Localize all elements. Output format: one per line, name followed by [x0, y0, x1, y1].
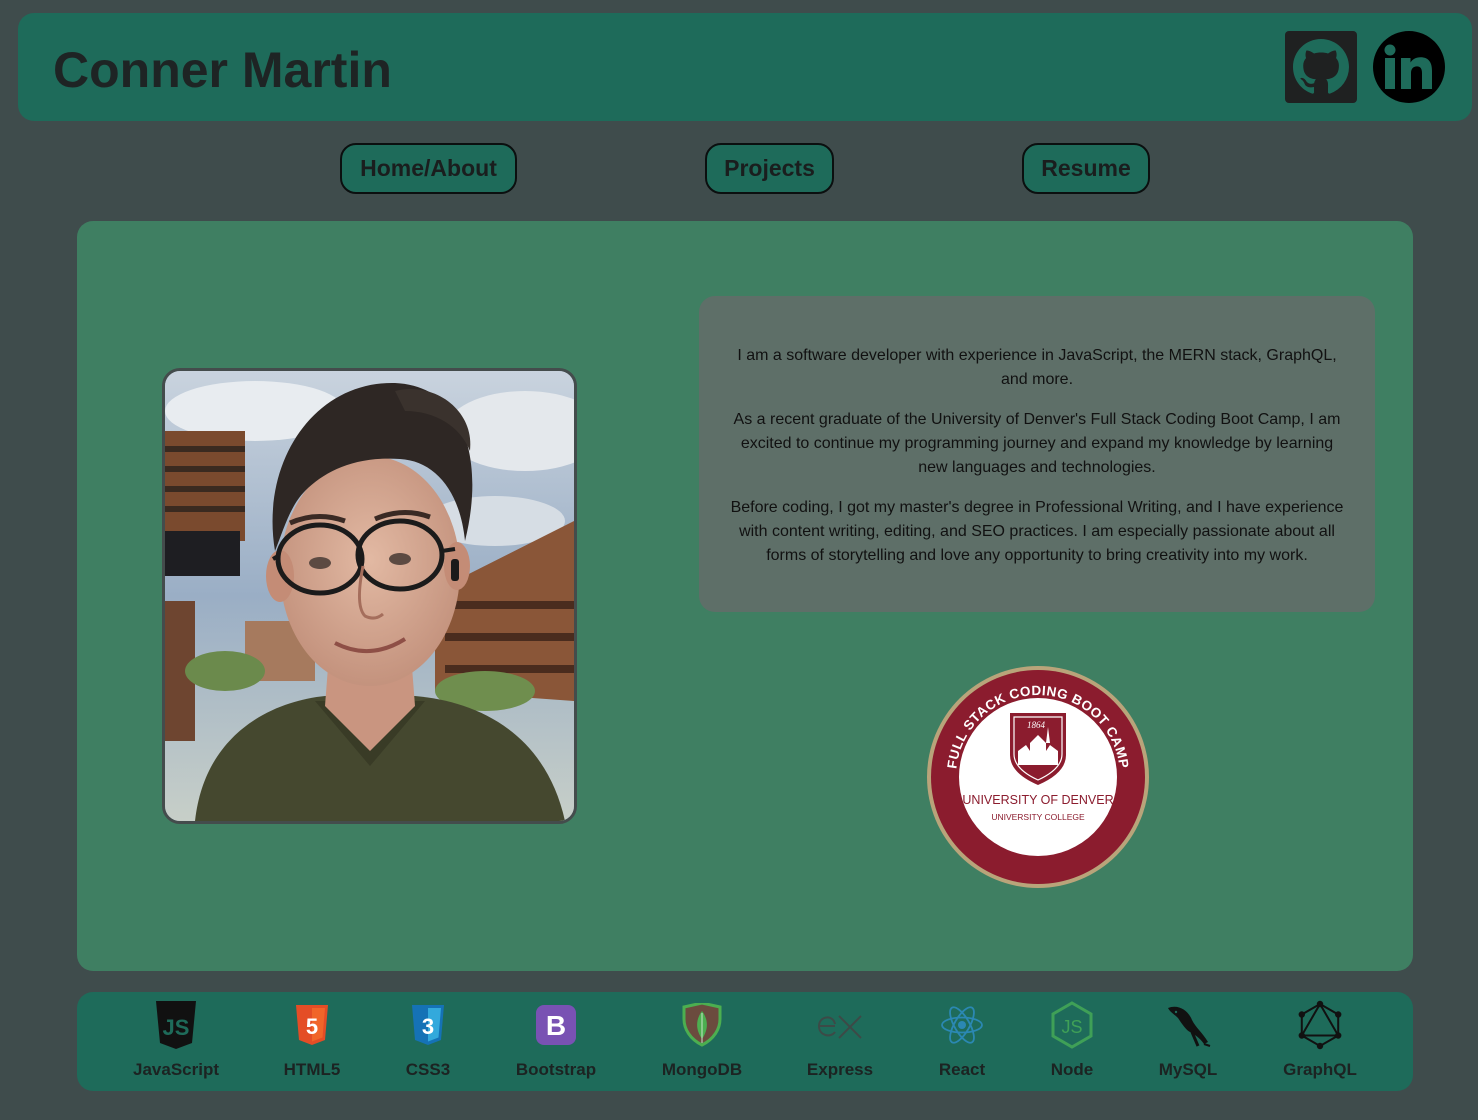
nav-projects[interactable]: Projects [705, 143, 834, 194]
skill-label: JavaScript [133, 1060, 219, 1079]
bootcamp-badge: FULL STACK CODING BOOT CAMP 1864 UNIVERS… [926, 665, 1150, 889]
skills-footer: JS JavaScript 5 HTML5 3 CSS3 B Bootstrap… [77, 992, 1413, 1091]
skill-label: MySQL [1158, 1060, 1218, 1079]
skill-graphql: GraphQL [1265, 1000, 1375, 1080]
skill-label: Bootstrap [515, 1060, 597, 1079]
about-section: I am a software developer with experienc… [77, 221, 1413, 971]
skill-javascript: JS JavaScript [121, 1000, 231, 1080]
javascript-icon: JS [156, 1001, 196, 1049]
about-paragraph-3: Before coding, I got my master's degree … [730, 499, 1344, 564]
site-header: Conner Martin [18, 13, 1472, 121]
badge-college: UNIVERSITY COLLEGE [991, 812, 1085, 822]
skill-label: Express [806, 1060, 874, 1079]
about-paragraph-1: I am a software developer with experienc… [737, 347, 1337, 388]
skill-express: Express [785, 1000, 895, 1080]
skill-label: React [938, 1060, 986, 1079]
mongodb-icon [682, 1003, 722, 1047]
skill-label: CSS3 [405, 1060, 451, 1079]
about-paragraph-2: As a recent graduate of the University o… [733, 411, 1341, 476]
express-icon [817, 1015, 862, 1039]
skill-mongodb: MongoDB [647, 1000, 757, 1080]
mysql-icon [1168, 1006, 1211, 1047]
profile-photo-image [165, 371, 574, 821]
linkedin-link[interactable] [1373, 31, 1445, 103]
skill-label: GraphQL [1283, 1060, 1357, 1079]
profile-photo [162, 368, 577, 824]
linkedin-icon [1384, 44, 1432, 89]
badge-year: 1864 [1027, 720, 1046, 730]
skill-css3: 3 CSS3 [373, 1000, 483, 1080]
site-title: Conner Martin [53, 42, 392, 98]
html5-icon: 5 [296, 1005, 328, 1045]
css3-icon: 3 [412, 1005, 444, 1045]
skill-label: HTML5 [283, 1060, 341, 1079]
github-link[interactable] [1285, 31, 1357, 103]
nav-resume[interactable]: Resume [1022, 143, 1150, 194]
skill-label: Node [1050, 1060, 1094, 1079]
about-text-box: I am a software developer with experienc… [699, 296, 1375, 612]
skill-label: MongoDB [661, 1060, 743, 1079]
github-icon [1293, 39, 1349, 94]
node-icon: JS [1051, 1001, 1093, 1049]
bootstrap-icon: B [536, 1005, 576, 1045]
skill-mysql: MySQL [1133, 1000, 1243, 1080]
svg-text:JS: JS [1061, 1017, 1082, 1037]
react-icon [941, 1006, 983, 1044]
svg-text:3: 3 [422, 1014, 434, 1039]
skill-bootstrap: B Bootstrap [501, 1000, 611, 1080]
badge-school: UNIVERSITY OF DENVER [962, 793, 1113, 807]
graphql-icon [1298, 1000, 1342, 1050]
nav-home-about[interactable]: Home/About [340, 143, 517, 194]
skill-html5: 5 HTML5 [257, 1000, 367, 1080]
skill-node: JS Node [1017, 1000, 1127, 1080]
svg-text:5: 5 [306, 1014, 318, 1039]
svg-text:JS: JS [163, 1015, 190, 1040]
svg-text:B: B [546, 1010, 566, 1041]
skill-react: React [907, 1000, 1017, 1080]
